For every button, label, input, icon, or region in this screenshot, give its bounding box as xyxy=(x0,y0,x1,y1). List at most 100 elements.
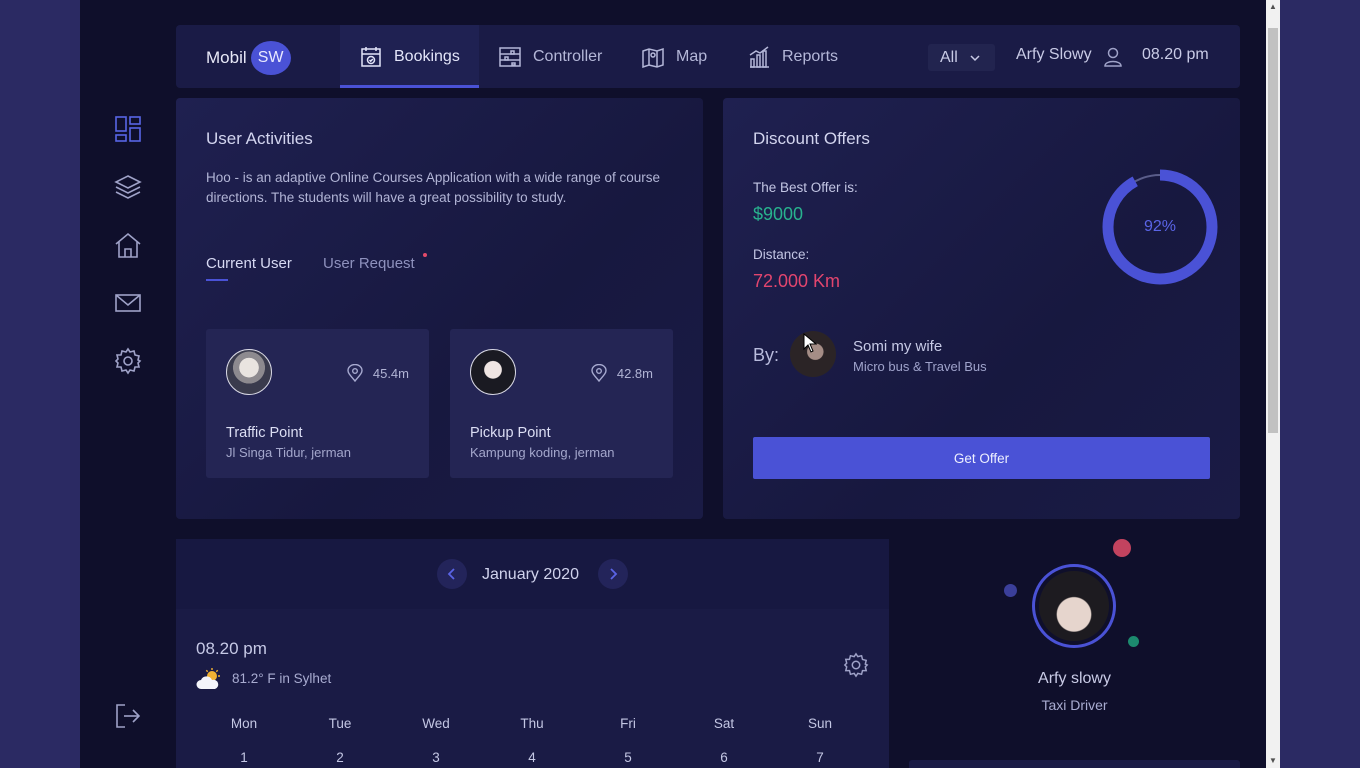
progress-percent: 92% xyxy=(1143,218,1177,235)
point-name: Pickup Point xyxy=(470,425,551,441)
tab-underline xyxy=(206,279,228,281)
brand-text: Mobil xyxy=(206,48,247,67)
point-name: Traffic Point xyxy=(226,425,303,441)
location-pin-icon xyxy=(347,364,363,382)
decor-bubble xyxy=(1128,636,1139,647)
notification-dot xyxy=(423,253,427,257)
weekday-header: Mon xyxy=(230,716,258,731)
get-offer-button[interactable]: Get Offer xyxy=(753,437,1210,479)
profile-role: Taxi Driver xyxy=(1041,697,1108,713)
calendar-day[interactable]: 5 xyxy=(598,750,658,765)
user-icon[interactable] xyxy=(1104,47,1122,67)
next-month-button[interactable] xyxy=(598,559,628,589)
profile-name: Arfy slowy xyxy=(1038,670,1111,687)
scroll-down-arrow-icon[interactable]: ▼ xyxy=(1266,754,1280,768)
tab-current-user[interactable]: Current User xyxy=(206,255,292,272)
settings-icon[interactable] xyxy=(114,347,142,375)
point-card[interactable]: 45.4m Traffic Point Jl Singa Tidur, jerm… xyxy=(206,329,429,478)
weekday-header: Thu xyxy=(520,716,544,731)
card-title: Discount Offers xyxy=(753,129,870,148)
prev-month-button[interactable] xyxy=(437,559,467,589)
weekday-header: Sat xyxy=(713,716,735,731)
partly-sunny-icon xyxy=(196,668,220,689)
bar-chart-icon xyxy=(749,45,769,68)
decor-bubble xyxy=(1113,539,1131,557)
tab-map-label: Map xyxy=(676,47,708,65)
calendar-time: 08.20 pm xyxy=(196,639,267,658)
scrollbar-thumb[interactable] xyxy=(1268,28,1278,433)
point-address: Jl Singa Tidur, jerman xyxy=(226,445,352,460)
chevron-right-icon xyxy=(610,568,618,580)
user-activities-card: User Activities Hoo - is an adaptive Onl… xyxy=(176,98,703,519)
mouse-cursor-icon xyxy=(803,333,817,353)
clock: 08.20 pm xyxy=(1142,46,1209,63)
scroll-up-arrow-icon[interactable]: ▲ xyxy=(1266,0,1280,14)
tab-controller-label: Controller xyxy=(533,47,603,65)
card-title: User Activities xyxy=(206,129,313,148)
weekday-header: Wed xyxy=(422,716,450,731)
weather-text: 81.2° F in Sylhet xyxy=(232,671,332,686)
distance: 45.4m xyxy=(347,364,409,382)
sidebar xyxy=(80,0,176,768)
calendar-card: January 2020 08.20 pm 81.2° F in Sylhet … xyxy=(176,539,889,768)
decor-bubble xyxy=(1004,584,1017,597)
calendar-day[interactable]: 3 xyxy=(406,750,466,765)
tab-controller[interactable]: Controller xyxy=(499,25,602,88)
progress-ring: 92% xyxy=(1101,168,1219,286)
tab-reports[interactable]: Reports xyxy=(748,25,838,88)
distance-label: Distance: xyxy=(753,247,810,262)
user-name[interactable]: Arfy Slowy xyxy=(1016,46,1092,64)
scrollbar[interactable]: ▲ ▼ xyxy=(1266,0,1280,768)
home-icon[interactable] xyxy=(114,231,142,259)
chevron-down-icon xyxy=(970,54,980,61)
gear-icon[interactable] xyxy=(843,652,869,678)
avatar xyxy=(226,349,272,395)
tab-map[interactable]: Map xyxy=(642,25,707,88)
tab-bookings[interactable]: Bookings xyxy=(340,25,479,88)
best-offer-value: $9000 xyxy=(753,204,804,224)
top-navigation: Mobil SW Bookings Controller Map Reports… xyxy=(176,25,1240,88)
weekday-header: Tue xyxy=(328,716,352,731)
sliders-icon xyxy=(499,46,521,67)
app-window: Mobil SW Bookings Controller Map Reports… xyxy=(80,0,1266,768)
distance-value: 42.8m xyxy=(616,365,653,381)
tab-reports-label: Reports xyxy=(782,47,839,65)
calendar-day[interactable]: 2 xyxy=(310,750,370,765)
discount-offers-card: Discount Offers The Best Offer is: $9000… xyxy=(723,98,1240,519)
layers-icon[interactable] xyxy=(114,173,142,201)
offer-by-subtitle: Micro bus & Travel Bus xyxy=(853,359,987,374)
calendar-header: January 2020 xyxy=(176,539,889,609)
calendar-day[interactable]: 6 xyxy=(694,750,754,765)
tab-bookings-label: Bookings xyxy=(394,47,460,65)
distance-value: 72.000 Km xyxy=(753,271,841,291)
calendar-check-icon xyxy=(361,46,381,67)
distance: 42.8m xyxy=(591,364,653,382)
dashboard-icon[interactable] xyxy=(114,115,142,143)
right-backdrop xyxy=(1280,0,1360,768)
brand-badge: SW xyxy=(250,41,291,75)
calendar-day[interactable]: 4 xyxy=(502,750,562,765)
best-offer-label: The Best Offer is: xyxy=(753,180,858,195)
month-label: January 2020 xyxy=(482,566,579,583)
weekday-header: Sun xyxy=(807,716,833,731)
weekday-header: Fri xyxy=(620,716,636,731)
point-address: Kampung koding, jerman xyxy=(470,445,615,460)
location-pin-icon xyxy=(591,364,607,382)
by-label: By: xyxy=(753,345,780,365)
distance-value: 45.4m xyxy=(372,365,409,381)
calendar-day[interactable]: 1 xyxy=(214,750,274,765)
card-description: Hoo - is an adaptive Online Courses Appl… xyxy=(206,170,661,205)
filter-value: All xyxy=(940,48,958,66)
filter-select[interactable]: All xyxy=(928,44,995,71)
chevron-left-icon xyxy=(447,568,455,580)
avatar xyxy=(470,349,516,395)
avatar[interactable] xyxy=(1032,564,1116,648)
map-icon xyxy=(642,47,664,68)
tab-user-request[interactable]: User Request xyxy=(323,255,415,272)
point-card[interactable]: 42.8m Pickup Point Kampung koding, jerma… xyxy=(450,329,673,478)
mail-icon[interactable] xyxy=(114,289,142,317)
next-card-edge xyxy=(909,760,1240,768)
calendar-day[interactable]: 7 xyxy=(790,750,850,765)
logout-icon[interactable] xyxy=(114,702,142,730)
brand-logo[interactable]: Mobil SW xyxy=(206,41,291,75)
